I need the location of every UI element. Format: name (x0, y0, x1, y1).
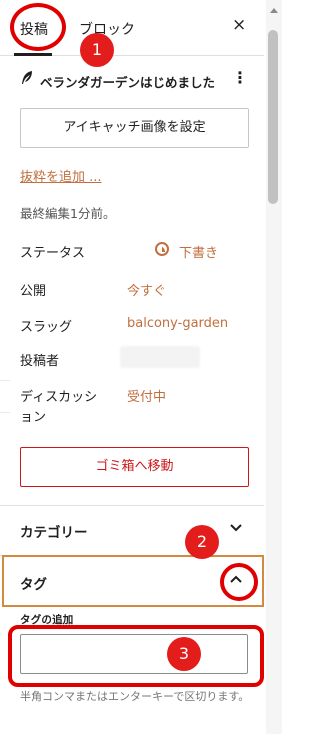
annotation-box-tag-input (8, 625, 264, 687)
discussion-label-line2: ョン (20, 410, 47, 425)
annotation-badge-2: 2 (185, 525, 219, 559)
annotation-badge-1: 1 (80, 33, 114, 67)
close-icon[interactable]: × (232, 15, 246, 35)
settings-sidebar: 投稿 ブロック × ベランダガーデンはじめました ⋮ アイキャッチ画像を設定 抜… (0, 0, 264, 734)
discussion-value[interactable]: 受付中 (127, 386, 166, 405)
tag-help-text: 半角コンマまたはエンターキーで区切ります。 (20, 690, 250, 703)
annotation-circle-post-tab (10, 3, 66, 51)
more-options-icon[interactable]: ⋮ (232, 68, 248, 87)
status-value[interactable]: 下書き (179, 242, 218, 261)
publish-value[interactable]: 今すぐ (127, 280, 166, 299)
edge-line (0, 412, 10, 413)
annotation-badge-3: 3 (167, 637, 201, 671)
annotation-circle-tag-toggle (220, 563, 258, 601)
edge-line (0, 380, 10, 381)
slug-value[interactable]: balcony-garden (127, 316, 228, 331)
move-to-trash-button[interactable]: ゴミ箱へ移動 (20, 447, 249, 487)
active-tab-indicator (14, 53, 52, 56)
publish-label: 公開 (20, 284, 47, 299)
discussion-label-line1: ディスカッシ (20, 390, 98, 405)
draft-status-icon (155, 242, 169, 256)
author-label: 投稿者 (20, 354, 60, 369)
status-label: ステータス (20, 246, 86, 261)
feather-icon (20, 70, 34, 90)
add-excerpt-link[interactable]: 抜粋を追加 ... (20, 166, 102, 185)
tags-section-title[interactable]: タグ (20, 573, 47, 593)
slug-label: スラッグ (20, 320, 73, 335)
last-edited-text: 最終編集1分前。 (20, 206, 116, 221)
scrollbar-thumb[interactable] (268, 30, 278, 204)
post-title: ベランダガーデンはじめました (40, 75, 216, 90)
categories-section-title[interactable]: カテゴリー (20, 521, 88, 541)
chevron-down-icon[interactable] (229, 520, 243, 538)
author-value[interactable] (120, 346, 200, 368)
scroll-up-arrow-icon[interactable] (270, 8, 278, 13)
set-featured-image-button[interactable]: アイキャッチ画像を設定 (20, 108, 249, 148)
divider (0, 505, 264, 506)
